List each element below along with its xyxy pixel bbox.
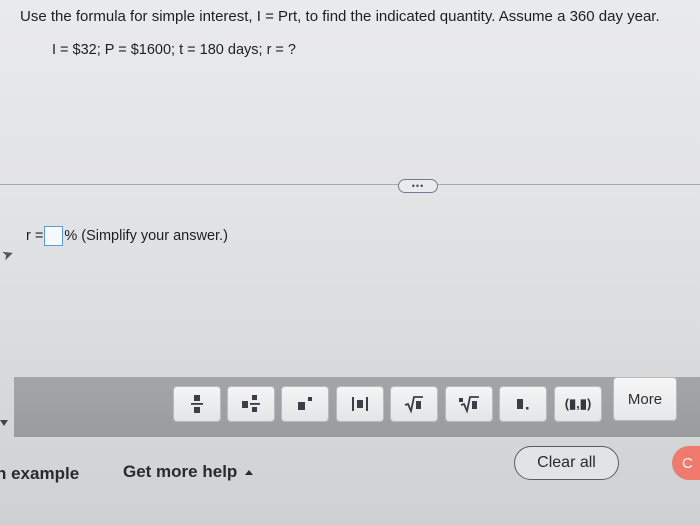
ordered-pair-icon: (▮,▮): [564, 396, 592, 411]
square-root-button[interactable]: [390, 386, 438, 422]
square-root-icon: [404, 396, 423, 413]
ordered-pair-button[interactable]: (▮,▮): [554, 386, 602, 422]
decimal-button[interactable]: [499, 386, 547, 422]
nth-root-icon: [459, 396, 479, 413]
get-more-help-link[interactable]: Get more help: [123, 462, 254, 482]
mixed-number-icon: [242, 395, 260, 412]
check-answer-button[interactable]: C: [672, 446, 700, 480]
math-toolbar: (▮,▮) More: [14, 377, 700, 437]
answer-prefix: r =: [26, 228, 44, 244]
absolute-value-button[interactable]: [336, 386, 384, 422]
answer-input[interactable]: [44, 226, 64, 246]
given-values: I = $32; P = $1600; t = 180 days; r = ?: [52, 42, 296, 58]
view-example-link[interactable]: n example: [0, 464, 79, 484]
fraction-icon: [191, 395, 203, 413]
collapse-arrow-icon[interactable]: [0, 420, 8, 426]
expand-button[interactable]: •••: [398, 179, 438, 193]
exponent-button[interactable]: [281, 386, 329, 422]
fraction-button[interactable]: [173, 386, 221, 422]
question-prompt: Use the formula for simple interest, I =…: [20, 8, 660, 25]
answer-suffix: % (Simplify your answer.): [64, 228, 228, 244]
mixed-number-button[interactable]: [227, 386, 275, 422]
nth-root-button[interactable]: [445, 386, 493, 422]
caret-up-icon: [245, 469, 254, 475]
exponent-icon: [298, 397, 312, 410]
answer-row: r = % (Simplify your answer.): [26, 226, 228, 246]
pointer-cursor-icon: ➤: [0, 244, 16, 264]
section-divider: [0, 184, 700, 185]
absolute-value-icon: [352, 397, 368, 411]
get-more-help-label: Get more help: [123, 462, 238, 481]
decimal-icon: [517, 399, 529, 410]
clear-all-button[interactable]: Clear all: [514, 446, 619, 480]
more-button[interactable]: More: [613, 377, 677, 421]
